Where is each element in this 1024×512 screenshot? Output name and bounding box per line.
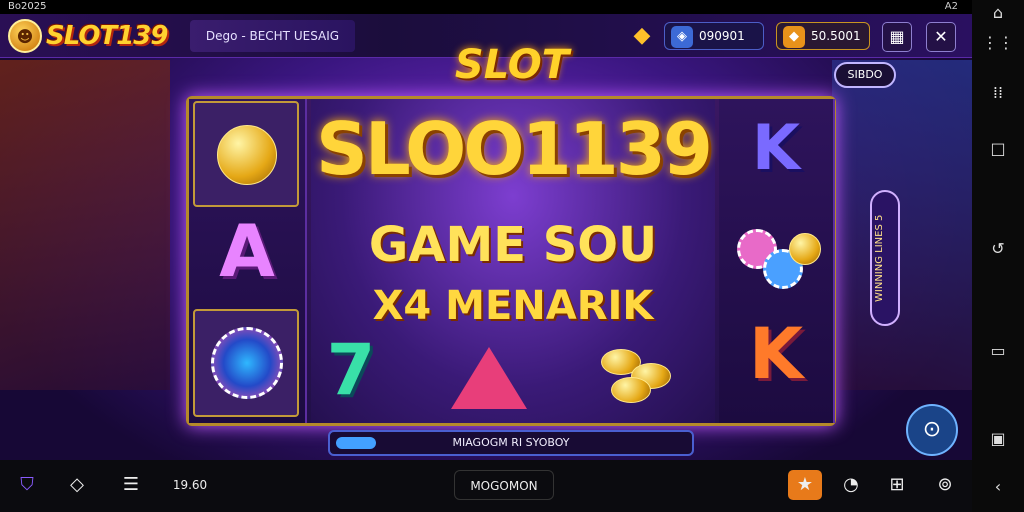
progress-bar: MIAGOGM RI SYOBOY <box>328 430 694 456</box>
square-icon[interactable]: □ <box>972 136 1024 162</box>
status-text: Bo2025 <box>8 1 47 12</box>
winning-lines-label: WINNING LINES 5 <box>874 214 885 302</box>
progress-label: MIAGOGM RI SYOBOY <box>452 436 570 449</box>
headline-title: SLOO1139 <box>316 107 713 191</box>
blue-balance[interactable]: ◈ 090901 <box>664 22 764 50</box>
gold-balance[interactable]: ◆ 50.5001 <box>776 22 870 50</box>
screenshot-icon[interactable]: ▣ <box>972 426 1024 452</box>
grid-icon[interactable]: ⊞ <box>882 470 912 500</box>
tools-icon[interactable]: ⌂ <box>972 0 1024 26</box>
menu-label[interactable]: Dego - BECHT UESAIG <box>190 20 355 52</box>
blue-balance-value: 090901 <box>699 29 745 43</box>
gem-icon[interactable]: ◆ <box>628 22 656 50</box>
logo-text: SLOT139 <box>46 21 168 51</box>
window-icon[interactable]: ▭ <box>972 338 1024 364</box>
system-status-bar: Bo2025 A2 <box>0 0 972 14</box>
bottom-balance: 19.60 <box>172 478 208 492</box>
back-rotate-icon[interactable]: ↺ <box>972 236 1024 262</box>
chip-button[interactable]: SIBDO <box>834 62 896 88</box>
bottom-bar: ⛉ ◇ ☰ 19.60 MOGOMON ★ ◔ ⊞ ⊚ <box>0 460 972 512</box>
reel-column-5: K K <box>719 99 835 423</box>
menu-icon[interactable]: ☰ <box>116 470 146 500</box>
coin-icon: ◆ <box>783 26 805 48</box>
symbol-k: K <box>751 111 801 184</box>
mascot-symbol <box>193 101 299 207</box>
settings-icon[interactable]: ⊚ <box>930 470 960 500</box>
winning-lines-panel: WINNING LINES 5 <box>870 190 900 326</box>
clock-icon[interactable]: ◔ <box>836 470 866 500</box>
symbol-seven: 7 <box>326 329 376 411</box>
close-icon[interactable]: ✕ <box>926 22 956 52</box>
gold-balance-value: 50.5001 <box>811 29 861 43</box>
coin-stack <box>611 377 651 403</box>
diamond-icon[interactable]: ◇ <box>62 470 92 500</box>
headline-subtitle: GAME SOU <box>368 217 658 273</box>
shield-icon[interactable]: ⛉ <box>12 470 42 500</box>
android-sidebar: ⌂ ⋮⋮ ⁞⁞ □ ↺ ▭ ▣ ‹ <box>972 0 1024 512</box>
apps-icon[interactable]: ⁞⁞ <box>972 80 1024 106</box>
symbol-k: K <box>748 313 804 395</box>
reel-frame: A SLOO1139 GAME SOU X4 MENARIK 7 K K <box>186 96 836 426</box>
logo[interactable]: ☻ SLOT139 <box>8 18 168 54</box>
symbol-a: A <box>219 209 275 293</box>
mascot-icon: ☻ <box>8 19 42 53</box>
spin-button[interactable]: ⊙ <box>906 404 958 456</box>
orb-icon <box>211 327 283 399</box>
bottom-center-button[interactable]: MOGOMON <box>454 470 554 500</box>
status-right-text: A2 <box>944 1 958 12</box>
diamond-icon: ◈ <box>671 26 693 48</box>
back-icon[interactable]: ‹ <box>972 474 1024 500</box>
gem-symbol <box>451 347 527 409</box>
slot-sign: SLOT <box>454 42 570 88</box>
reel-column-1: A <box>189 99 307 423</box>
chart-icon[interactable]: ▦ <box>882 22 912 52</box>
dots-icon[interactable]: ⋮⋮ <box>972 30 1024 56</box>
orb-symbol <box>193 309 299 417</box>
center-panel: SLOO1139 GAME SOU X4 MENARIK 7 <box>311 99 715 423</box>
star-icon[interactable]: ★ <box>788 470 822 500</box>
mascot-icon <box>217 125 277 185</box>
headline-tagline: X4 MENARIK <box>372 283 654 329</box>
coin-icon <box>789 233 821 265</box>
